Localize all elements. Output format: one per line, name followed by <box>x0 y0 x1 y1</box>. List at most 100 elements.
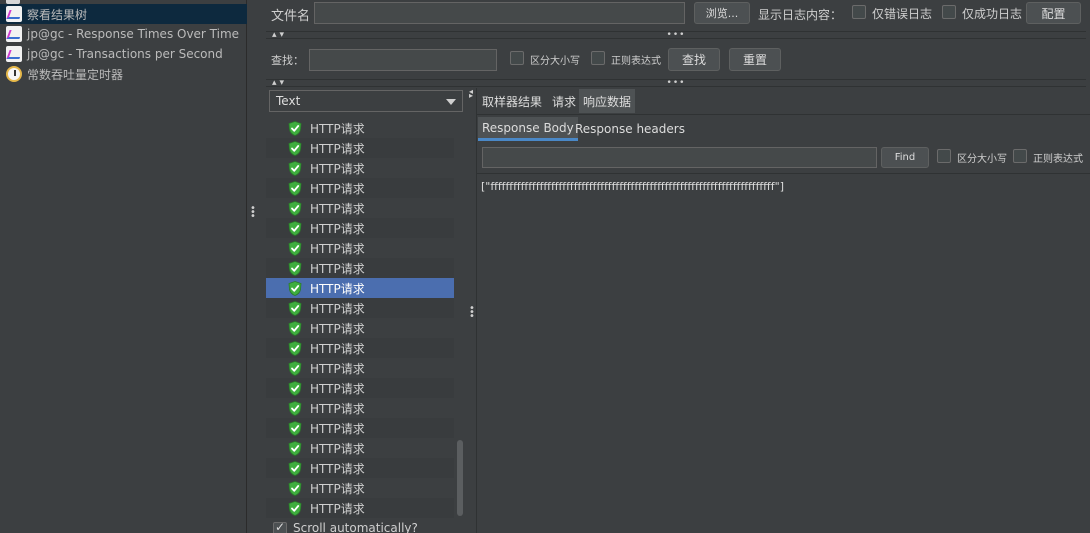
success-shield-icon <box>288 180 302 196</box>
result-row[interactable]: HTTP请求 <box>266 158 454 178</box>
result-row[interactable]: HTTP请求 <box>266 458 454 478</box>
result-row[interactable]: HTTP请求 <box>266 258 454 278</box>
response-area-top-border <box>477 173 1090 174</box>
result-row-label: HTTP请求 <box>310 201 365 216</box>
tree-item-transactions-per-second[interactable]: jp@gc - Transactions per Second <box>0 44 247 64</box>
result-row[interactable]: HTTP请求 <box>266 118 454 138</box>
success-shield-icon <box>288 260 302 276</box>
result-row[interactable]: HTTP请求 <box>266 358 454 378</box>
errors-only-label: 仅错误日志 <box>872 7 933 21</box>
result-row-label: HTTP请求 <box>310 421 365 436</box>
results-scrollbar-thumb[interactable] <box>457 440 463 516</box>
collapse-left-arrow-icon[interactable]: ◂ ▸ <box>469 88 473 100</box>
tab-response-data[interactable]: 响应数据 <box>579 89 636 113</box>
tree-item-label: jp@gc - Transactions per Second <box>27 47 223 61</box>
result-row[interactable]: HTTP请求 <box>266 438 454 458</box>
result-row-label: HTTP请求 <box>310 241 365 256</box>
main-splitter-handle[interactable]: • • • <box>250 204 256 222</box>
result-row[interactable]: HTTP请求 <box>266 398 454 418</box>
split-divider-top[interactable]: ▴▾ ••• <box>266 30 1086 40</box>
response-regex-checkbox[interactable] <box>1013 149 1027 163</box>
result-row-label: HTTP请求 <box>310 441 365 456</box>
result-row-label: HTTP请求 <box>310 401 365 416</box>
success-shield-icon <box>288 380 302 396</box>
search-regex-label: 正则表达式 <box>611 56 661 67</box>
result-row[interactable]: HTTP请求 <box>266 238 454 258</box>
result-row[interactable]: HTTP请求 <box>266 378 454 398</box>
tree-item-constant-throughput-timer[interactable]: 常数吞吐量定时器 <box>0 64 247 84</box>
collapse-arrows-icon[interactable]: ▴▾ <box>272 31 287 40</box>
renderer-selected-value: Text <box>276 94 301 108</box>
success-shield-icon <box>288 280 302 296</box>
search-label: 查找： <box>271 54 304 67</box>
result-row[interactable]: HTTP请求 <box>266 338 454 358</box>
success-shield-icon <box>288 120 302 136</box>
success-shield-icon <box>288 500 302 516</box>
result-row[interactable]: HTTP请求 <box>266 218 454 238</box>
reset-button[interactable]: 重置 <box>729 48 781 71</box>
success-shield-icon <box>288 320 302 336</box>
success-shield-icon <box>288 300 302 316</box>
tab-sampler-result[interactable]: 取样器结果 <box>478 89 546 113</box>
result-row[interactable]: HTTP请求 <box>266 478 454 498</box>
result-row[interactable]: HTTP请求 <box>266 138 454 158</box>
results-list[interactable]: HTTP请求 HTTP请求 HTTP请求 HTTP请求 HTTP请求 HTTP请求 HTTP… <box>266 118 456 518</box>
result-row-label: HTTP请求 <box>310 461 365 476</box>
response-regex-label: 正则表达式 <box>1033 154 1083 165</box>
tree-item-response-times[interactable]: jp@gc - Response Times Over Time <box>0 24 247 44</box>
response-find-input[interactable] <box>482 147 877 168</box>
tab-response-headers[interactable]: Response headers <box>571 117 689 141</box>
graph-icon <box>6 6 22 22</box>
split-divider-middle[interactable]: ▴▾ ••• <box>266 78 1086 88</box>
tab-request[interactable]: 请求 <box>548 89 580 113</box>
result-row-label: HTTP请求 <box>310 221 365 236</box>
result-row-label: HTTP请求 <box>310 381 365 396</box>
tree-item-label: 常数吞吐量定时器 <box>27 67 124 82</box>
collapse-arrows-icon[interactable]: ▴▾ <box>272 79 287 88</box>
result-row[interactable]: HTTP请求 <box>266 278 454 298</box>
configure-button[interactable]: 配置 <box>1026 2 1081 24</box>
result-row-label: HTTP请求 <box>310 481 365 496</box>
response-body-text[interactable]: ["ffffffffffffffffffffffffffffffffffffff… <box>481 180 1081 193</box>
detail-panel-divider <box>476 88 477 533</box>
result-row-label: HTTP请求 <box>310 301 365 316</box>
log-display-label: 显示日志内容： <box>758 8 843 22</box>
result-row-label: HTTP请求 <box>310 121 365 136</box>
find-button[interactable]: 查找 <box>668 48 720 71</box>
success-only-label: 仅成功日志 <box>962 7 1023 21</box>
result-row[interactable]: HTTP请求 <box>266 498 454 518</box>
renderer-select[interactable]: Text <box>269 90 463 112</box>
result-row[interactable]: HTTP请求 <box>266 318 454 338</box>
drag-dots-icon: ••• <box>666 78 686 88</box>
result-row-label: HTTP请求 <box>310 281 365 296</box>
result-row-label: HTTP请求 <box>310 141 365 156</box>
result-row[interactable]: HTTP请求 <box>266 198 454 218</box>
results-scrollbar[interactable] <box>456 118 464 518</box>
detail-splitter-handle[interactable]: • • • <box>469 304 475 322</box>
tab-response-body[interactable]: Response Body <box>478 117 578 141</box>
response-find-button[interactable]: Find <box>881 147 929 168</box>
result-row-label: HTTP请求 <box>310 181 365 196</box>
success-shield-icon <box>288 240 302 256</box>
tree-item-label: jp@gc - Response Times Over Time <box>27 27 240 41</box>
search-regex-checkbox[interactable] <box>591 51 605 65</box>
timer-icon <box>6 66 22 82</box>
tree-item-view-results-tree[interactable]: 察看结果树 <box>0 4 247 24</box>
success-shield-icon <box>288 220 302 236</box>
search-input[interactable] <box>309 49 497 71</box>
search-case-sensitive-checkbox[interactable] <box>510 51 524 65</box>
filename-input[interactable] <box>314 2 685 24</box>
scroll-automatically-checkbox[interactable]: ✓ <box>273 520 287 533</box>
filename-label: 文件名 <box>271 9 311 24</box>
response-case-sensitive-checkbox[interactable] <box>937 149 951 163</box>
success-shield-icon <box>288 460 302 476</box>
result-row[interactable]: HTTP请求 <box>266 418 454 438</box>
success-shield-icon <box>288 160 302 176</box>
result-row[interactable]: HTTP请求 <box>266 178 454 198</box>
drag-dots-icon: ••• <box>666 30 686 40</box>
result-row[interactable]: HTTP请求 <box>266 298 454 318</box>
browse-button[interactable]: 浏览... <box>694 2 750 24</box>
graph-icon <box>6 46 22 62</box>
errors-only-checkbox[interactable] <box>852 5 866 19</box>
success-only-checkbox[interactable] <box>942 5 956 19</box>
